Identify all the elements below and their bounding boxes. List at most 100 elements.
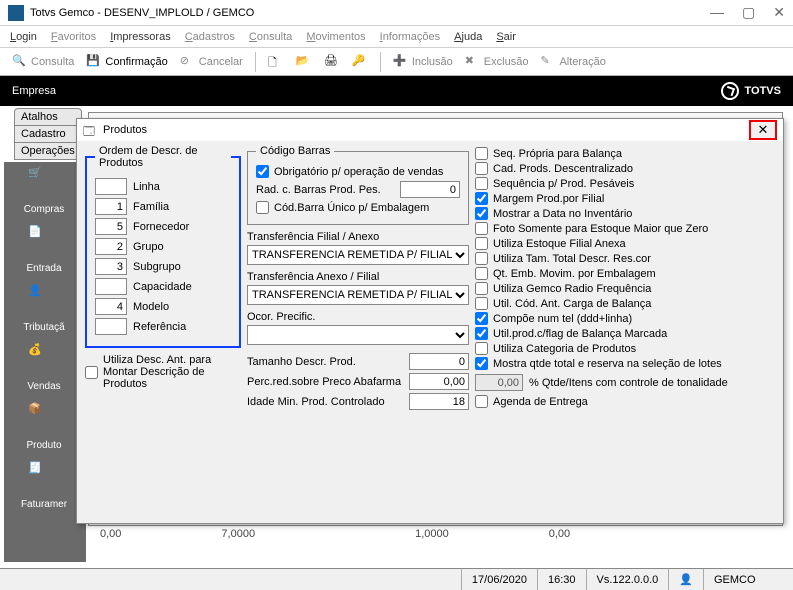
edit-icon: ✎	[540, 54, 556, 70]
delete-icon: ✖	[465, 54, 481, 70]
seq-balanca-label: Seq. Própria para Balança	[493, 148, 622, 160]
tam-descr-input[interactable]	[409, 353, 469, 370]
capacidade-input[interactable]	[95, 278, 127, 295]
seq-balanca-checkbox[interactable]	[475, 147, 488, 160]
obrigatorio-checkbox[interactable]	[256, 165, 269, 178]
empresa-label: Empresa	[12, 85, 56, 97]
status-user: GEMCO	[703, 569, 793, 590]
fornecedor-label: Fornecedor	[133, 221, 189, 233]
estoque-anexa-checkbox[interactable]	[475, 237, 488, 250]
menu-impressoras[interactable]: Impressoras	[110, 31, 171, 43]
gemco-radio-checkbox[interactable]	[475, 282, 488, 295]
referencia-label: Referência	[133, 321, 186, 333]
menu-movimentos[interactable]: Movimentos	[306, 31, 365, 43]
transf-af-select[interactable]: TRANSFERENCIA REMETIDA P/ FILIAL	[247, 285, 469, 305]
tb-consulta[interactable]: 🔍Consulta	[8, 52, 78, 72]
modelo-input[interactable]	[95, 298, 127, 315]
menu-login[interactable]: Login	[10, 31, 37, 43]
tam-total-checkbox[interactable]	[475, 252, 488, 265]
foto-maior-zero-checkbox[interactable]	[475, 222, 488, 235]
tb-open[interactable]: 📂	[292, 52, 316, 72]
menu-favoritos[interactable]: Favoritos	[51, 31, 96, 43]
menu-bar: Login Favoritos Impressoras Cadastros Co…	[0, 26, 793, 48]
seq-pesaveis-label: Sequência p/ Prod. Pesáveis	[493, 178, 634, 190]
referencia-input[interactable]	[95, 318, 127, 335]
maximize-button[interactable]: ▢	[742, 4, 755, 21]
mostrar-data-checkbox[interactable]	[475, 207, 488, 220]
tb-print[interactable]: 🖨	[320, 52, 344, 72]
compras-label: Compras	[24, 204, 65, 215]
cad-descentral-checkbox[interactable]	[475, 162, 488, 175]
tb-cancelar[interactable]: ⊘Cancelar	[176, 52, 247, 72]
faturamento-label: Faturamer	[21, 499, 67, 510]
qtde-total-checkbox[interactable]	[475, 357, 488, 370]
tb-new[interactable]: 🗋	[264, 52, 288, 72]
sidebar: 🛒 Compras 📄 Entrada 👤 Tributaçã 💰 Vendas…	[8, 166, 80, 514]
tab-operacoes[interactable]: Operações	[14, 142, 82, 160]
compras-icon[interactable]: 🛒	[28, 166, 60, 198]
menu-informacoes[interactable]: Informações	[380, 31, 441, 43]
tb-inclusao[interactable]: ➕Inclusão	[389, 52, 457, 72]
tab-atalhos[interactable]: Atalhos	[14, 108, 82, 126]
idade-min-label: Idade Min. Prod. Controlado	[247, 396, 409, 408]
produto-icon[interactable]: 📦	[28, 402, 60, 434]
margem-filial-checkbox[interactable]	[475, 192, 488, 205]
compoe-tel-checkbox[interactable]	[475, 312, 488, 325]
tonalidade-input	[475, 374, 523, 391]
open-icon: 📂	[296, 54, 312, 70]
ocor-label: Ocor. Precific.	[247, 311, 469, 323]
tb-exclusao[interactable]: ✖Exclusão	[461, 52, 533, 72]
qt-emb-checkbox[interactable]	[475, 267, 488, 280]
menu-sair[interactable]: Sair	[496, 31, 516, 43]
transf-fa-select[interactable]: TRANSFERENCIA REMETIDA P/ FILIAL	[247, 245, 469, 265]
perc-red-input[interactable]	[409, 373, 469, 390]
menu-ajuda[interactable]: Ajuda	[454, 31, 482, 43]
brand-icon	[721, 82, 739, 100]
rad-input[interactable]	[400, 181, 460, 198]
status-user-icon: 👤	[668, 569, 703, 590]
transf-af-label: Transferência Anexo / Filial	[247, 271, 469, 283]
familia-input[interactable]	[95, 198, 127, 215]
ordem-fieldset: Ordem de Descr. de Produtos Linha Famíli…	[85, 145, 241, 348]
tab-cadastro[interactable]: Cadastro	[14, 125, 82, 143]
flag-balanca-checkbox[interactable]	[475, 327, 488, 340]
qt-emb-label: Qt. Emb. Movim. por Embalagem	[493, 268, 656, 280]
subgrupo-input[interactable]	[95, 258, 127, 275]
dialog-close-button[interactable]: ✕	[749, 120, 777, 140]
foto-maior-zero-label: Foto Somente para Estoque Maior que Zero	[493, 223, 708, 235]
mostrar-data-label: Mostrar a Data no Inventário	[493, 208, 632, 220]
cod-unico-checkbox[interactable]	[256, 201, 269, 214]
save-icon: 💾	[86, 54, 102, 70]
cod-ant-balanca-checkbox[interactable]	[475, 297, 488, 310]
form-icon: 🗔	[83, 123, 97, 137]
grupo-label: Grupo	[133, 241, 164, 253]
seq-pesaveis-checkbox[interactable]	[475, 177, 488, 190]
codigo-barras-fieldset: Código Barras Obrigatório p/ operação de…	[247, 145, 469, 225]
key-icon: 🔑	[352, 54, 368, 70]
vendas-icon[interactable]: 💰	[28, 343, 60, 375]
linha-input[interactable]	[95, 178, 127, 195]
utiliza-desc-ant-checkbox[interactable]	[85, 366, 98, 379]
cod-ant-balanca-label: Util. Cód. Ant. Carga de Balança	[493, 298, 651, 310]
tb-key[interactable]: 🔑	[348, 52, 372, 72]
menu-consulta[interactable]: Consulta	[249, 31, 292, 43]
idade-min-input[interactable]	[409, 393, 469, 410]
minimize-button[interactable]: —	[710, 4, 724, 21]
close-button[interactable]: ✕	[773, 4, 785, 21]
tb-alteracao[interactable]: ✎Alteração	[536, 52, 609, 72]
tb-confirmacao[interactable]: 💾Confirmação	[82, 52, 171, 72]
categoria-checkbox[interactable]	[475, 342, 488, 355]
entrada-icon[interactable]: 📄	[28, 225, 60, 257]
ocor-select[interactable]	[247, 325, 469, 345]
agenda-checkbox[interactable]	[475, 395, 488, 408]
grupo-input[interactable]	[95, 238, 127, 255]
tributacao-icon[interactable]: 👤	[28, 284, 60, 316]
fornecedor-input[interactable]	[95, 218, 127, 235]
gemco-radio-label: Utiliza Gemco Radio Frequência	[493, 283, 651, 295]
faturamento-icon[interactable]: 🧾	[28, 461, 60, 493]
menu-cadastros[interactable]: Cadastros	[185, 31, 235, 43]
compoe-tel-label: Compõe num tel (ddd+linha)	[493, 313, 632, 325]
rad-label: Rad. c. Barras Prod. Pes.	[256, 184, 400, 196]
flag-balanca-label: Util.prod.c/flag de Balança Marcada	[493, 328, 667, 340]
toolbar: 🔍Consulta 💾Confirmação ⊘Cancelar 🗋 📂 🖨 🔑…	[0, 48, 793, 76]
